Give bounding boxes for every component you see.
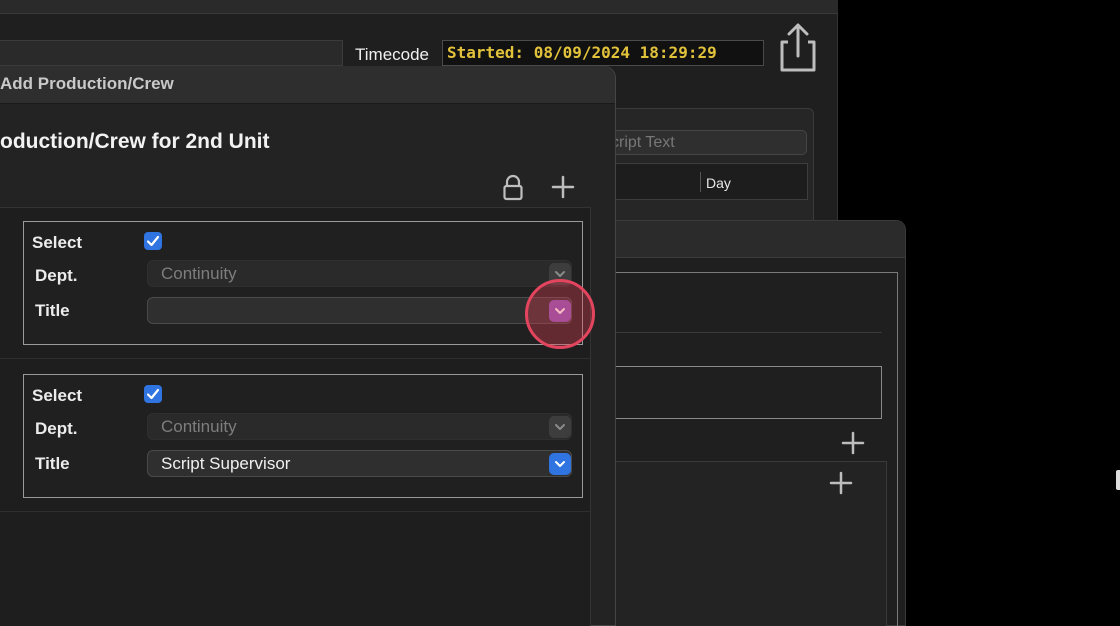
crew-entry-card: Select Dept. Continuity Title Script Sup… — [23, 374, 583, 498]
title-popup-chevron[interactable] — [549, 453, 571, 475]
plus-icon — [841, 431, 865, 455]
share-button[interactable] — [776, 22, 820, 74]
share-icon — [780, 23, 816, 72]
window-toolbar — [0, 0, 838, 14]
background-text-field[interactable] — [0, 40, 343, 66]
secondary-window-titlebar — [607, 221, 905, 258]
title-popup[interactable] — [147, 297, 572, 324]
checkmark-icon — [146, 235, 160, 247]
dept-popup[interactable]: Continuity — [147, 260, 572, 287]
select-checkbox[interactable] — [144, 232, 162, 250]
dept-label: Dept. — [35, 419, 78, 438]
timecode-display: Started: 08/09/2024 18:29:29 — [442, 40, 764, 66]
select-label: Select — [32, 386, 83, 405]
offscreen-window-edge — [1116, 470, 1120, 490]
script-search-field[interactable]: cript Text — [600, 130, 807, 155]
lock-icon — [503, 174, 523, 201]
click-highlight — [525, 279, 595, 349]
dialog-title: Add Production/Crew — [0, 74, 174, 93]
dept-popup[interactable]: Continuity — [147, 413, 572, 440]
column-header-day[interactable]: Day — [706, 175, 731, 191]
add-crew-button[interactable] — [550, 174, 576, 200]
plus-icon — [551, 175, 575, 199]
title-popup[interactable]: Script Supervisor — [147, 450, 572, 477]
row-divider — [0, 511, 590, 512]
dept-popup-chevron[interactable] — [549, 416, 571, 438]
column-divider[interactable] — [700, 172, 701, 192]
chevron-down-icon — [555, 461, 565, 467]
title-label: Title — [35, 454, 70, 473]
add-button[interactable] — [828, 470, 854, 496]
secondary-window-text-field[interactable] — [606, 366, 882, 419]
plus-icon — [829, 471, 853, 495]
dialog-heading: oduction/Crew for 2nd Unit — [0, 130, 270, 153]
timecode-label: Timecode — [355, 45, 430, 64]
add-button[interactable] — [840, 430, 866, 456]
chevron-down-icon — [555, 424, 565, 430]
select-checkbox[interactable] — [144, 385, 162, 403]
crew-entry-card: Select Dept. Continuity Title — [23, 221, 583, 345]
lock-button[interactable] — [500, 174, 526, 202]
table-header — [600, 163, 808, 200]
checkmark-icon — [146, 388, 160, 400]
title-label: Title — [35, 301, 70, 320]
dept-label: Dept. — [35, 266, 78, 285]
select-label: Select — [32, 233, 83, 252]
divider — [606, 332, 882, 333]
row-divider — [0, 358, 590, 359]
